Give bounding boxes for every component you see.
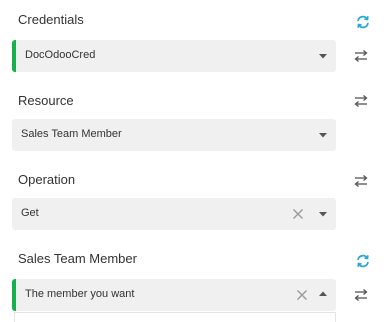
refresh-icon[interactable] xyxy=(355,15,371,29)
chevron-down-icon[interactable] xyxy=(318,51,328,61)
expression-toggle-icon[interactable] xyxy=(353,94,369,108)
operation-select[interactable]: Get xyxy=(12,198,336,230)
expression-toggle-icon[interactable] xyxy=(353,174,369,188)
clear-icon[interactable] xyxy=(296,289,308,301)
sales-team-member-value: The member you want xyxy=(25,288,135,300)
sales-team-member-label: Sales Team Member xyxy=(18,251,137,266)
dropdown-panel[interactable] xyxy=(14,312,336,322)
chevron-down-icon[interactable] xyxy=(318,130,328,140)
operation-value: Get xyxy=(21,207,39,219)
resource-label: Resource xyxy=(18,93,74,108)
clear-icon[interactable] xyxy=(292,208,304,220)
credentials-select[interactable]: DocOdooCred xyxy=(12,40,336,72)
resource-select[interactable]: Sales Team Member xyxy=(12,119,336,151)
expression-toggle-icon[interactable] xyxy=(353,49,369,63)
chevron-up-icon[interactable] xyxy=(318,289,328,299)
credentials-value: DocOdooCred xyxy=(25,49,96,61)
sales-team-member-input[interactable]: The member you want xyxy=(12,279,336,311)
chevron-down-icon[interactable] xyxy=(318,209,328,219)
expression-toggle-icon[interactable] xyxy=(353,288,369,302)
credentials-label: Credentials xyxy=(18,12,84,27)
resource-value: Sales Team Member xyxy=(21,128,122,140)
operation-label: Operation xyxy=(18,172,76,187)
refresh-icon[interactable] xyxy=(355,254,371,268)
